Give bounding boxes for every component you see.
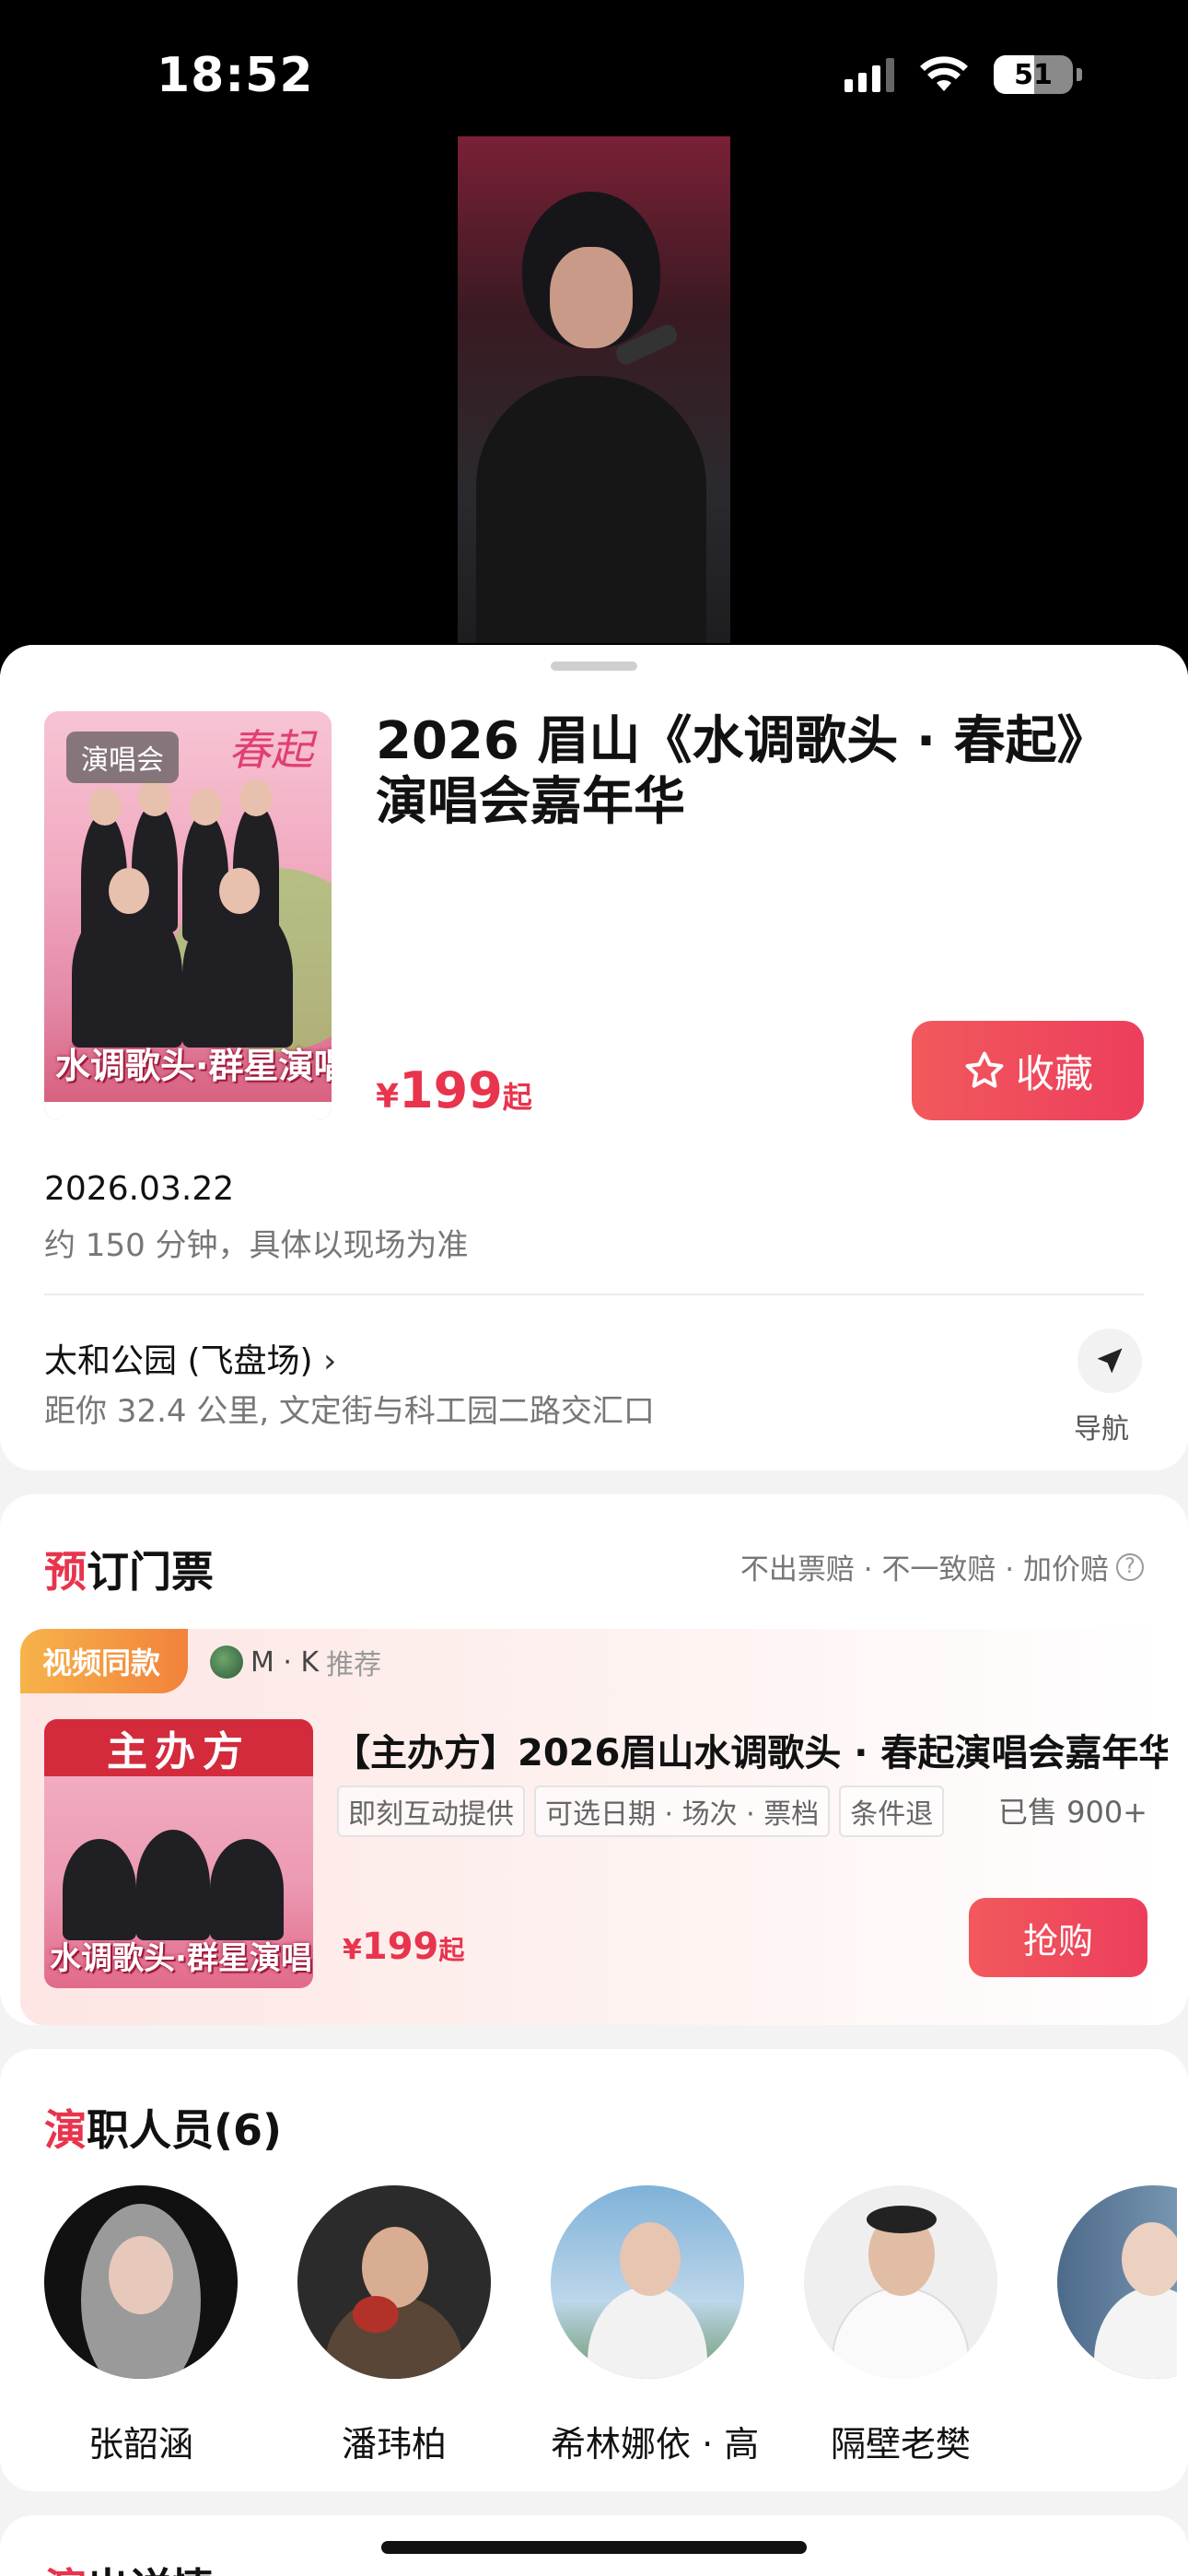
cast-photo xyxy=(44,2185,238,2379)
venue-link[interactable]: 太和公园 (飞盘场) › xyxy=(44,1334,336,1382)
battery-level: 51 xyxy=(1014,58,1053,91)
ticket-thumbnail: 主办方 水调歌头·群星演唱会 xyxy=(44,1719,313,1988)
thumb-title: 水调歌头·群星演唱会 xyxy=(50,1940,313,1977)
poster-script: 春起 xyxy=(228,725,313,775)
cast-photo xyxy=(551,2185,744,2379)
event-price: ¥199起 xyxy=(376,1061,532,1119)
type-badge: 演唱会 xyxy=(66,732,179,783)
recommender: M · K 推荐 xyxy=(210,1642,381,1682)
cast-photo xyxy=(297,2185,491,2379)
cast-name: 张韶涵 xyxy=(87,2424,193,2465)
event-info-card: 春起 水调歌头·群星演唱会 演唱会 2026 眉山《水调歌头 · 春起》演唱会嘉… xyxy=(0,645,1188,1470)
tickets-section-title: 预订门票 xyxy=(44,1547,214,1597)
video-player[interactable] xyxy=(458,136,730,643)
cast-section-title: 演职人员(6) xyxy=(44,2105,283,2155)
cast-photo xyxy=(804,2185,997,2379)
venue-address: 距你 32.4 公里, 文定街与科工园二路交汇口 xyxy=(44,1393,655,1430)
status-time: 18:52 xyxy=(157,48,314,103)
favorite-button[interactable]: 收藏 xyxy=(912,1021,1144,1120)
avatar xyxy=(210,1645,243,1679)
video-same-tag: 视频同款 xyxy=(20,1629,189,1693)
ticket-title: 【主办方】2026眉山水调歌头 · 春起演唱会嘉年华 xyxy=(333,1732,1168,1774)
ticket-item[interactable]: 视频同款 M · K 推荐 主办方 水调歌头·群星演唱会 【主办方】2026眉山… xyxy=(20,1629,1168,2025)
cast-name: 希林娜依 · 高 xyxy=(551,2424,760,2465)
details-section-title: 演出详情 xyxy=(44,2556,214,2576)
status-bar: 18:52 51 xyxy=(0,0,1188,138)
navigation-arrow-icon xyxy=(1097,1348,1123,1374)
help-icon[interactable]: ? xyxy=(1116,1552,1144,1581)
favorite-label: 收藏 xyxy=(1015,1050,1093,1096)
thumb-host-label: 主办方 xyxy=(44,1719,313,1776)
ticket-tags: 即刻互动提供 可选日期 · 场次 · 票档 条件退 xyxy=(337,1786,945,1837)
cast-photo xyxy=(1057,2185,1177,2379)
event-title: 2026 眉山《水调歌头 · 春起》演唱会嘉年华 xyxy=(376,711,1109,832)
tickets-card: 预订门票 不出票赔 · 不一致赔 · 加价赔 ? 视频同款 M · K 推荐 主… xyxy=(0,1494,1188,2025)
ticket-tag: 可选日期 · 场次 · 票档 xyxy=(534,1786,831,1837)
venue-name: 太和公园 (飞盘场) xyxy=(44,1342,313,1380)
sold-count: 已售 900+ xyxy=(997,1795,1147,1830)
battery-icon: 51 xyxy=(994,55,1073,94)
cast-member[interactable]: 徐子 xyxy=(1057,2185,1177,2379)
cast-member[interactable]: 潘玮柏 xyxy=(297,2185,551,2465)
ticket-tag: 即刻互动提供 xyxy=(337,1786,525,1837)
recommend-label: 推荐 xyxy=(326,1649,382,1681)
recommender-name: M · K xyxy=(250,1645,320,1679)
chevron-right-icon: › xyxy=(323,1342,337,1380)
cellular-signal-icon xyxy=(844,57,894,92)
cast-list: 张韶涵 潘玮柏 希林娜依 · 高 隔壁老樊 xyxy=(44,2185,1177,2465)
drag-handle[interactable] xyxy=(551,662,637,671)
ticket-guarantee[interactable]: 不出票赔 · 不一致赔 · 加价赔 ? xyxy=(740,1546,1144,1587)
guarantee-text: 不出票赔 · 不一致赔 · 加价赔 xyxy=(740,1553,1109,1587)
cast-card: 演职人员(6) 张韶涵 潘玮柏 希林娜依 · 高 隔壁老樊 xyxy=(0,2049,1188,2491)
cast-member[interactable]: 张韶涵 xyxy=(44,2185,297,2465)
poster-title: 水调歌头·群星演唱会 xyxy=(55,1046,332,1086)
cast-member[interactable]: 隔壁老樊 xyxy=(804,2185,1057,2465)
home-indicator[interactable] xyxy=(381,2541,807,2554)
cast-name: 隔壁老樊 xyxy=(830,2424,971,2465)
cast-name: 潘玮柏 xyxy=(341,2424,447,2465)
star-icon xyxy=(965,1051,1004,1088)
divider xyxy=(44,1294,1144,1295)
event-duration: 约 150 分钟，具体以现场为准 xyxy=(44,1227,469,1264)
status-icons: 51 xyxy=(844,55,1082,94)
ticket-price: ¥199起 xyxy=(343,1926,465,1968)
navigation-button[interactable] xyxy=(1077,1329,1142,1393)
wifi-icon xyxy=(920,56,968,91)
buy-button[interactable]: 抢购 xyxy=(969,1898,1147,1977)
detail-sheet: 春起 水调歌头·群星演唱会 演唱会 2026 眉山《水调歌头 · 春起》演唱会嘉… xyxy=(0,645,1188,2576)
ticket-tag: 条件退 xyxy=(839,1786,945,1837)
event-date: 2026.03.22 xyxy=(44,1170,235,1208)
navigation-label[interactable]: 导航 xyxy=(1074,1406,1129,1446)
cast-member[interactable]: 希林娜依 · 高 xyxy=(551,2185,804,2465)
event-poster[interactable]: 春起 水调歌头·群星演唱会 演唱会 xyxy=(44,711,332,1120)
